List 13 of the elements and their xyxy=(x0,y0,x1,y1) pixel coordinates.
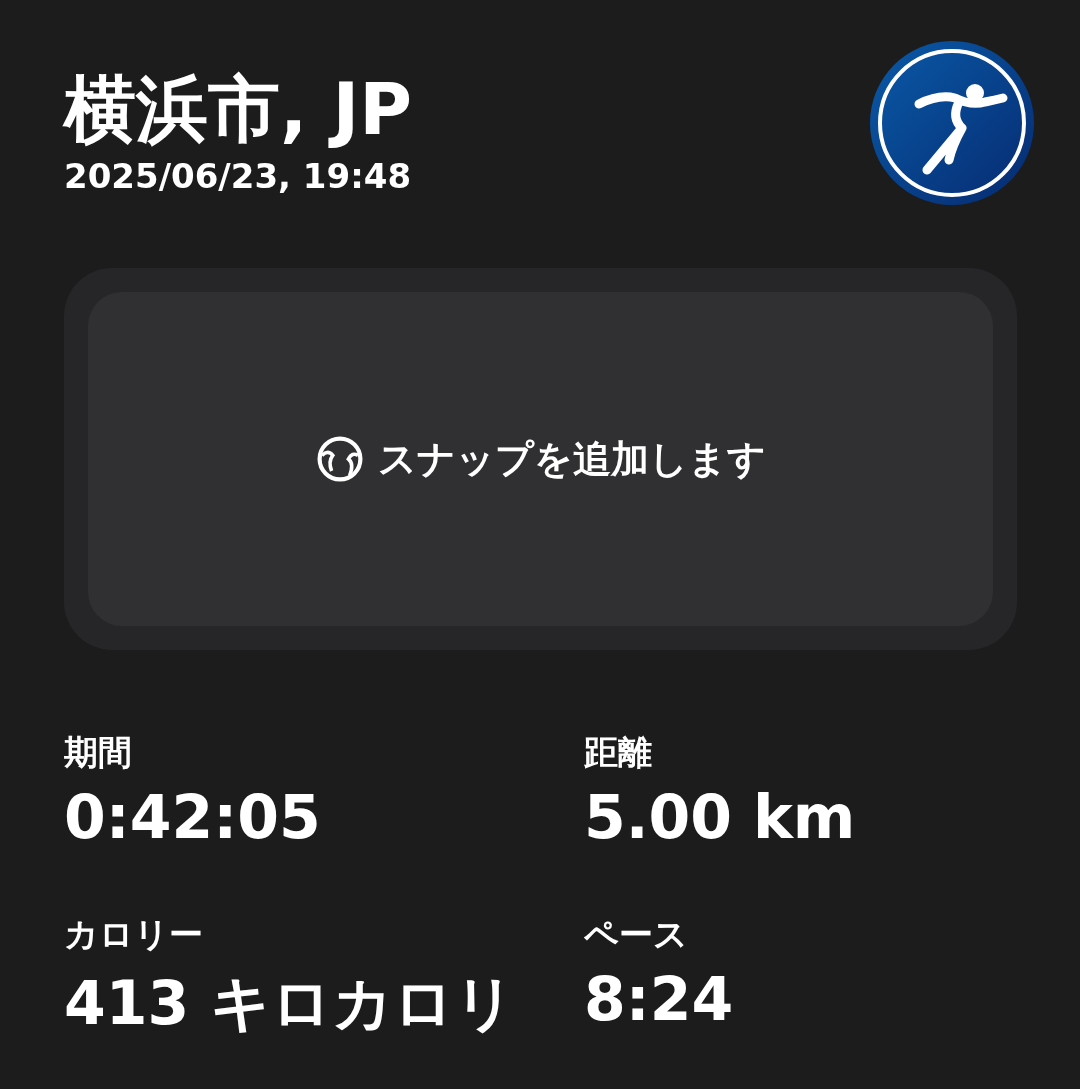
stat-label: ペース xyxy=(584,913,689,956)
location-title: 横浜市, JP xyxy=(64,66,412,153)
stat-label: カロリー xyxy=(64,913,204,956)
runner-badge-icon xyxy=(867,38,1037,208)
stat-value: 8:24 xyxy=(584,964,735,1034)
stat-label: 期間 xyxy=(64,731,133,774)
stat-value: 0:42:05 xyxy=(64,782,322,852)
stat-value: 413 キロカロリ xyxy=(64,967,517,1040)
add-snap-button[interactable]: スナップを追加します xyxy=(88,292,993,626)
stat-label: 距離 xyxy=(584,731,653,774)
stat-value: 5.00 km xyxy=(584,782,857,852)
globe-icon xyxy=(315,435,364,483)
activity-datetime: 2025/06/23, 19:48 xyxy=(64,156,412,197)
